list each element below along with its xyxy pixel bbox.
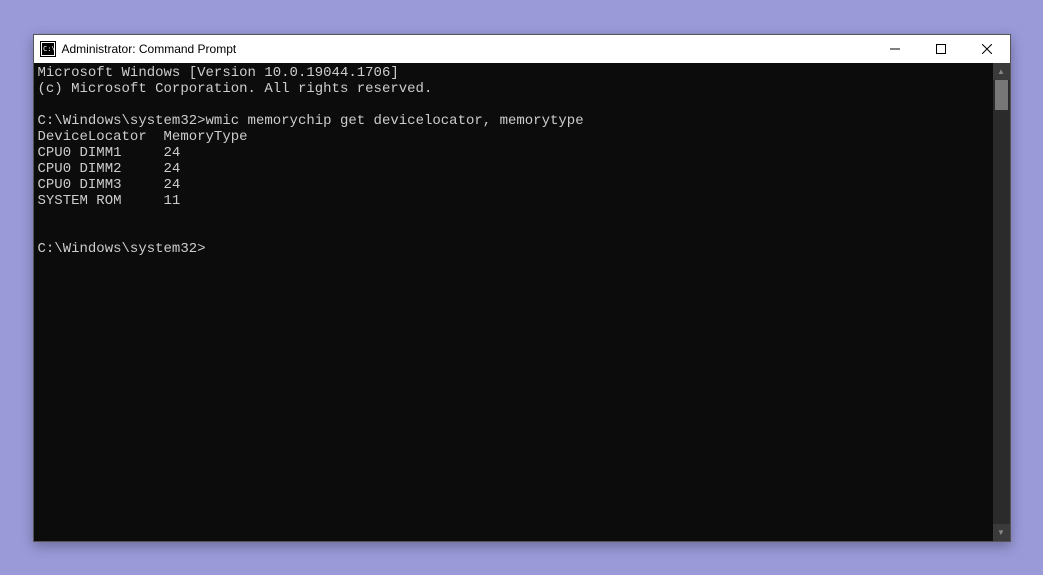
terminal-area: Microsoft Windows [Version 10.0.19044.17… xyxy=(34,63,1010,541)
scroll-down-arrow-icon[interactable]: ▼ xyxy=(993,524,1010,541)
command-prompt-window: C:\ Administrator: Command Prompt Micros… xyxy=(33,34,1011,542)
titlebar-left: C:\ Administrator: Command Prompt xyxy=(34,41,237,57)
vertical-scrollbar[interactable]: ▲ ▼ xyxy=(993,63,1010,541)
titlebar[interactable]: C:\ Administrator: Command Prompt xyxy=(34,35,1010,63)
window-controls xyxy=(872,35,1010,63)
output-header: DeviceLocator MemoryType xyxy=(38,129,248,145)
terminal-output[interactable]: Microsoft Windows [Version 10.0.19044.17… xyxy=(34,63,993,541)
scroll-thumb[interactable] xyxy=(995,80,1008,110)
header-line: Microsoft Windows [Version 10.0.19044.17… xyxy=(38,65,399,81)
prompt-command: wmic memorychip get devicelocator, memor… xyxy=(206,113,584,129)
output-row: CPU0 DIMM3 24 xyxy=(38,177,181,193)
header-line: (c) Microsoft Corporation. All rights re… xyxy=(38,81,433,97)
scroll-up-arrow-icon[interactable]: ▲ xyxy=(993,63,1010,80)
minimize-button[interactable] xyxy=(872,35,918,63)
maximize-button[interactable] xyxy=(918,35,964,63)
prompt-path: C:\Windows\system32> xyxy=(38,113,206,129)
output-row: SYSTEM ROM 11 xyxy=(38,193,181,209)
output-row: CPU0 DIMM2 24 xyxy=(38,161,181,177)
prompt-path: C:\Windows\system32> xyxy=(38,241,206,257)
cmd-icon: C:\ xyxy=(40,41,56,57)
svg-text:C:\: C:\ xyxy=(43,45,56,53)
close-button[interactable] xyxy=(964,35,1010,63)
window-title: Administrator: Command Prompt xyxy=(62,42,237,56)
output-row: CPU0 DIMM1 24 xyxy=(38,145,181,161)
